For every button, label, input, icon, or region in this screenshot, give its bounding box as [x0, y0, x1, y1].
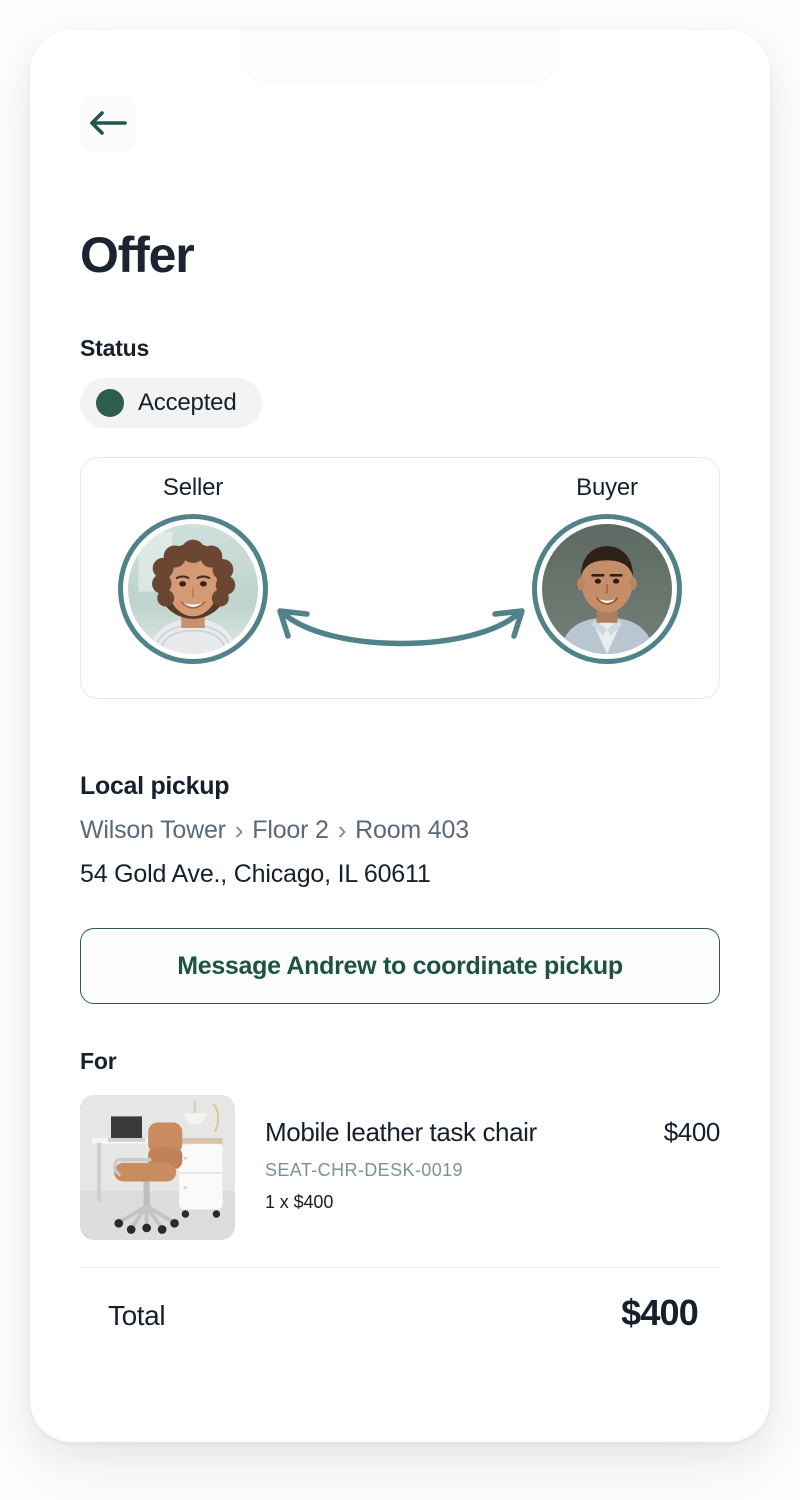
buyer-avatar-ring[interactable] — [532, 514, 682, 664]
message-seller-button[interactable]: Message Andrew to coordinate pickup — [80, 928, 720, 1004]
buyer-avatar — [542, 524, 672, 654]
total-row: Total $400 — [108, 1292, 699, 1334]
status-value: Accepted — [138, 389, 237, 416]
pickup-address: 54 Gold Ave., Chicago, IL 60611 — [80, 860, 431, 888]
seller-label: Seller — [162, 474, 224, 501]
seller-avatar-ring[interactable] — [118, 514, 268, 664]
breadcrumb-item-floor[interactable]: Floor 2 — [252, 816, 329, 845]
phone-frame: Offer Status Accepted Seller Buyer Local… — [30, 30, 770, 1442]
breadcrumb: Wilson Tower › Floor 2 › Room 403 — [80, 815, 720, 846]
order-item-name: Mobile leather task chair — [265, 1117, 537, 1147]
breadcrumb-item-room[interactable]: Room 403 — [355, 816, 469, 845]
double-headed-arrow-icon — [266, 598, 536, 668]
status-badge: Accepted — [80, 378, 263, 428]
order-item-sku: SEAT-CHR-DESK-0019 — [265, 1160, 463, 1180]
status-label: Status — [80, 335, 150, 361]
order-item-price: $400 — [663, 1117, 721, 1147]
parties-card: Seller Buyer — [80, 457, 720, 699]
arrow-left-icon — [89, 110, 127, 136]
buyer-label: Buyer — [576, 474, 638, 501]
app-screen: Offer Status Accepted Seller Buyer Local… — [30, 30, 770, 1442]
screenshot-stage: Offer Status Accepted Seller Buyer Local… — [0, 0, 800, 1500]
total-divider — [80, 1267, 720, 1268]
chevron-right-icon: › — [234, 815, 244, 845]
for-label: For — [80, 1048, 117, 1074]
order-item-info: Mobile leather task chair $400 SEAT-CHR-… — [265, 1095, 720, 1213]
page-title: Offer — [80, 227, 195, 283]
total-label: Total — [108, 1300, 166, 1331]
order-item-quantity: 1 x $400 — [265, 1192, 334, 1212]
total-value: $400 — [621, 1292, 699, 1333]
message-button-label: Message Andrew to coordinate pickup — [177, 951, 623, 980]
status-dot-icon — [96, 389, 124, 417]
office-chair-photo — [80, 1095, 235, 1240]
chevron-right-icon: › — [337, 815, 347, 845]
buyer-party: Buyer — [517, 474, 697, 664]
back-button[interactable] — [80, 95, 136, 151]
seller-party: Seller — [103, 474, 283, 664]
breadcrumb-item-building[interactable]: Wilson Tower — [80, 816, 226, 845]
order-items-section: For Mobile leather task chair $400 SEAT-… — [80, 1048, 720, 1240]
pickup-title: Local pickup — [80, 772, 230, 800]
pickup-section: Local pickup Wilson Tower › Floor 2 › Ro… — [80, 772, 720, 889]
order-item-row[interactable]: Mobile leather task chair $400 SEAT-CHR-… — [80, 1095, 720, 1240]
seller-avatar — [128, 524, 258, 654]
status-section: Status Accepted — [80, 335, 263, 428]
